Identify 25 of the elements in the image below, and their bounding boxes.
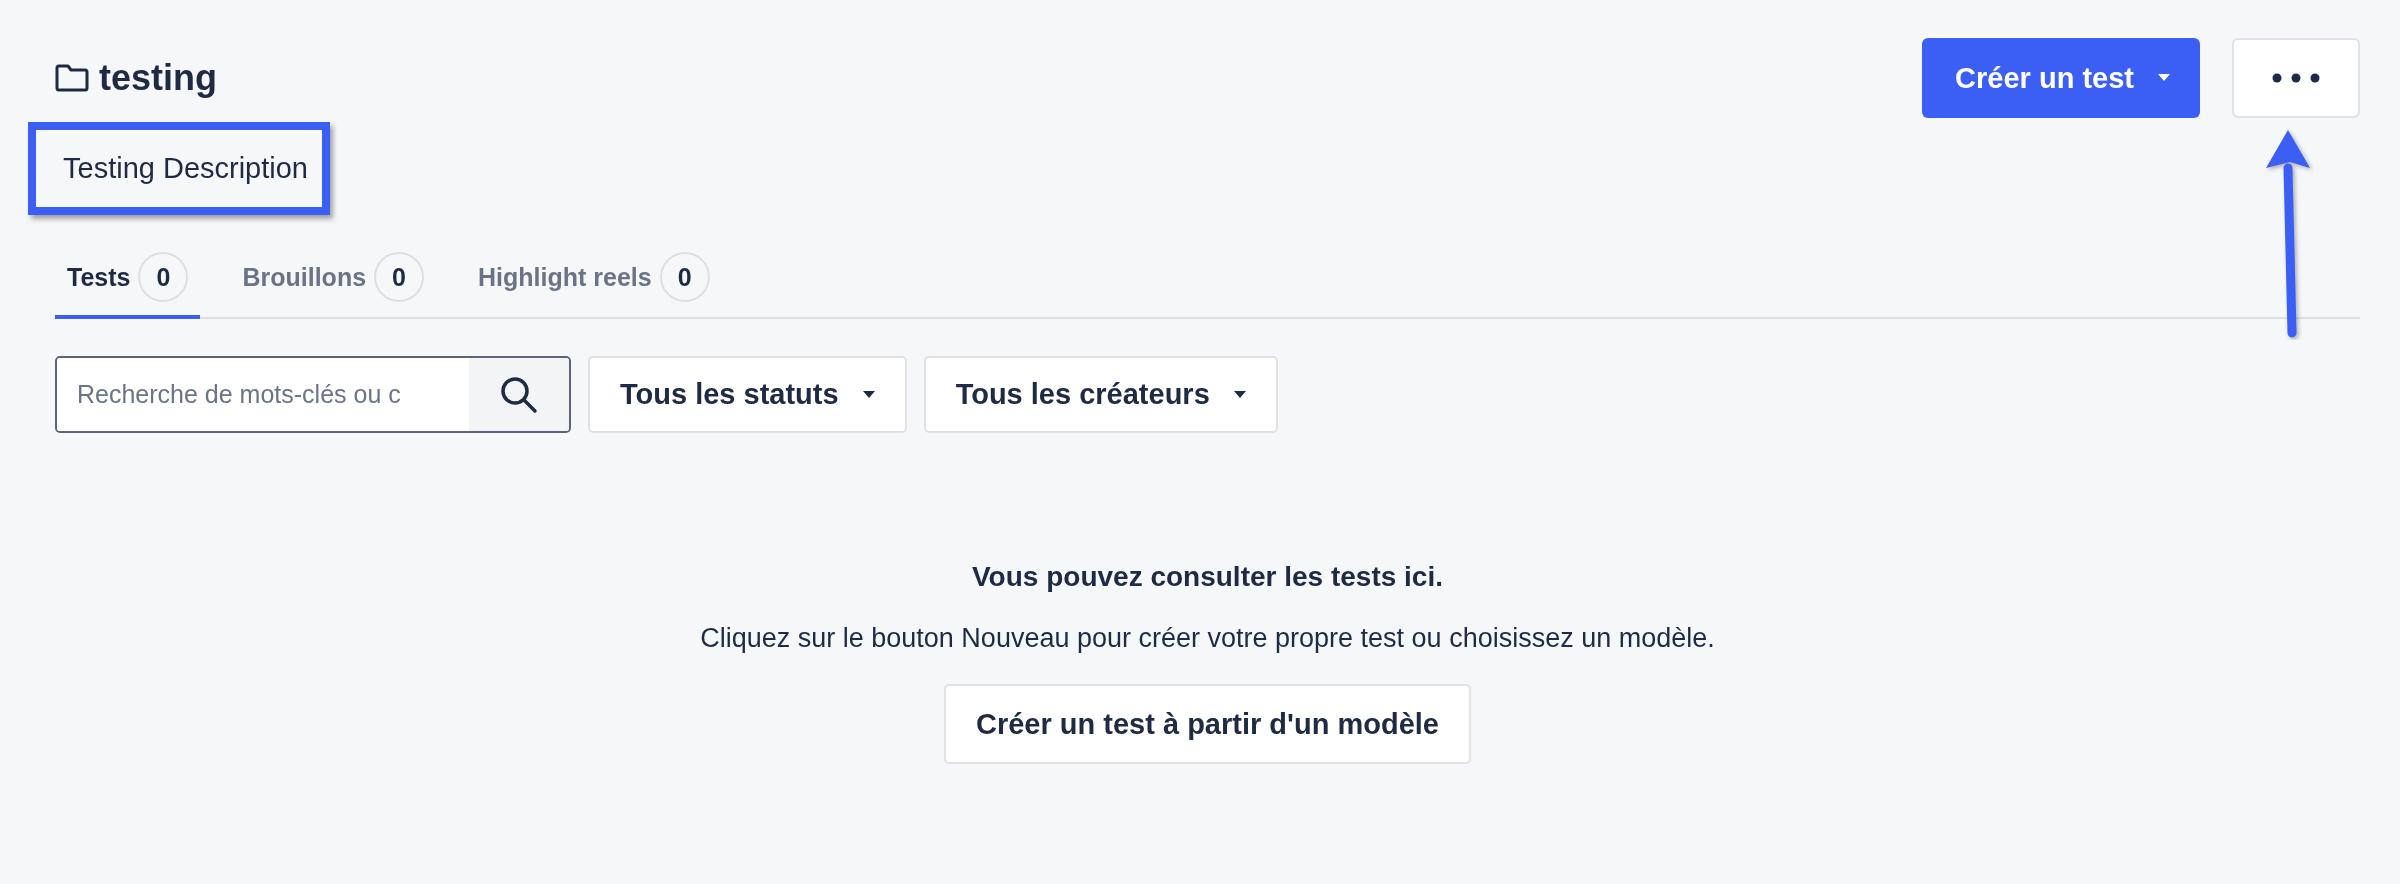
folder-title: testing (99, 57, 217, 99)
tab[interactable]: Highlight reels 0 (466, 239, 722, 319)
search-button[interactable] (469, 358, 569, 431)
search-field[interactable]: Recherche de mots-clés ou c (55, 356, 571, 433)
search-icon (500, 375, 538, 414)
caret-icon (862, 390, 875, 399)
tab-label: Tests (67, 262, 131, 292)
count-badge: 0 (138, 252, 189, 302)
more-icon (2272, 73, 2320, 83)
caret-icon (2158, 74, 2170, 82)
empty-state-text: Cliquez sur le bouton Nouveau pour créer votre propre test ou choisissez un modèle. (700, 623, 1715, 654)
filter-dropdown[interactable]: Tous les créateurs (923, 356, 1278, 433)
create-test-button[interactable]: Créer un test (1922, 38, 2200, 118)
tab-label: Highlight reels (478, 262, 652, 292)
template-button[interactable]: Créer un test à partir d'un modèle (944, 684, 1471, 764)
filter-dropdown[interactable]: Tous les statuts (588, 356, 907, 433)
tab[interactable]: Brouillons 0 (230, 239, 437, 319)
folder-icon (55, 64, 89, 92)
count-badge: 0 (659, 252, 710, 302)
empty-state-heading: Vous pouvez consulter les tests ici. (972, 561, 1443, 593)
caret-icon (1233, 390, 1246, 399)
tab[interactable]: Tests 0 (55, 239, 201, 319)
tab-label: Brouillons (242, 262, 367, 292)
folder-description: Testing Description (28, 122, 330, 215)
count-badge: 0 (374, 252, 425, 302)
